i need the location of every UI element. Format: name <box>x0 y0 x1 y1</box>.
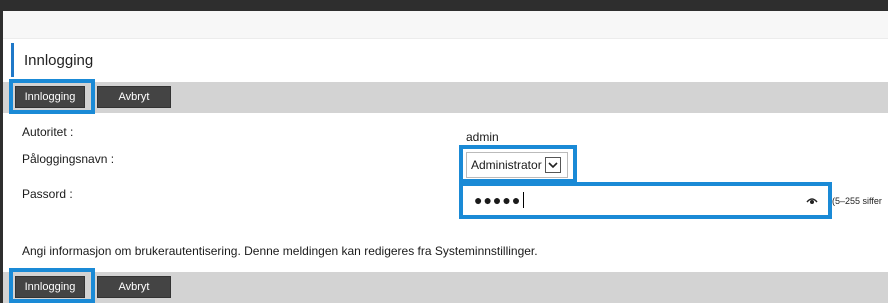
title-accent-bar <box>11 43 14 77</box>
eye-icon[interactable] <box>806 194 818 206</box>
info-message: Angi informasjon om brukerautentisering.… <box>22 244 538 258</box>
password-mask: ●●●●● <box>474 192 522 208</box>
authority-label: Autoritet : <box>22 125 74 139</box>
login-page: Innlogging Innlogging Avbryt Autoritet :… <box>0 0 888 303</box>
username-label: Påloggingsnavn : <box>22 152 115 166</box>
username-select-value: Administrator <box>471 158 542 172</box>
password-label: Passord : <box>22 187 73 201</box>
username-select[interactable]: Administrator <box>466 152 568 178</box>
cancel-button-bottom[interactable]: Avbryt <box>97 276 171 298</box>
top-strip <box>3 11 888 39</box>
login-button-top[interactable]: Innlogging <box>15 86 85 108</box>
password-length-hint: (5–255 siffer <box>832 196 882 206</box>
window-edge-left <box>0 0 3 303</box>
cancel-button-top[interactable]: Avbryt <box>97 86 171 108</box>
chevron-down-icon[interactable] <box>545 157 561 173</box>
authority-value: admin <box>466 130 499 144</box>
text-caret <box>523 192 525 208</box>
login-button-bottom[interactable]: Innlogging <box>15 276 85 298</box>
page-title: Innlogging <box>24 52 94 69</box>
password-input[interactable]: ●●●●● <box>466 188 826 212</box>
window-edge-top <box>0 0 888 11</box>
